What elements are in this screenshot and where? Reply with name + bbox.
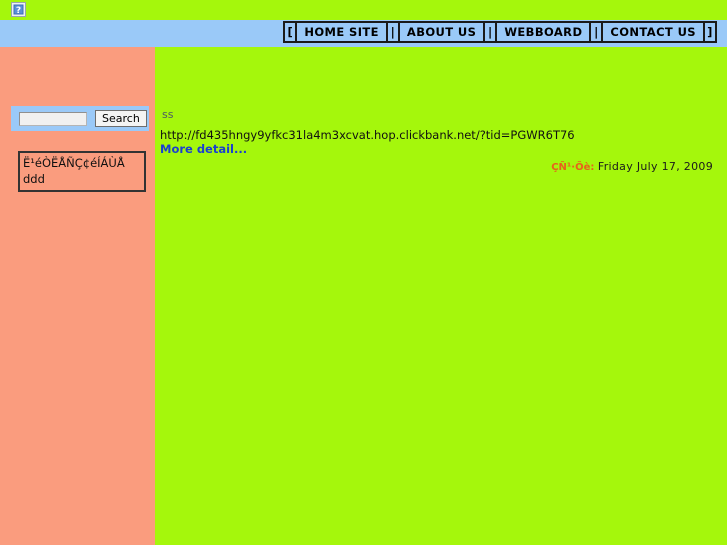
post-title: ss [162, 108, 174, 121]
main-content: ss http://fd435hngy9yfkc31la4m3xcvat.hop… [155, 47, 727, 545]
broken-image-glyph: ? [12, 3, 25, 16]
svg-text:?: ? [16, 6, 21, 16]
sidebar-info-line-2: ddd [23, 172, 45, 186]
page-columns: Search Ë¹éÒËÅÑÇ¢éÍÁÙÅ ddd ss http://fd43… [0, 47, 727, 545]
search-button[interactable]: Search [95, 110, 147, 127]
nav-item-webboard[interactable]: WEBBOARD [495, 21, 592, 43]
nav-item-contact-us[interactable]: CONTACT US [601, 21, 705, 43]
navigation-bar: [ HOME SITE | ABOUT US | WEBBOARD | CONT… [0, 20, 727, 47]
sidebar: Search Ë¹éÒËÅÑÇ¢éÍÁÙÅ ddd [0, 47, 155, 545]
top-strip: ? [0, 0, 727, 20]
nav-menu: [ HOME SITE | ABOUT US | WEBBOARD | CONT… [283, 21, 717, 43]
nav-item-about-us[interactable]: ABOUT US [397, 21, 486, 43]
broken-image-icon[interactable]: ? [11, 2, 26, 17]
search-input[interactable] [19, 111, 87, 126]
sidebar-info-line-1: Ë¹éÒËÅÑÇ¢éÍÁÙÅ [23, 156, 125, 170]
post-date-value: Friday July 17, 2009 [597, 160, 713, 173]
nav-bracket-close: ] [703, 21, 717, 43]
post-date: ÇÑ¹·Õè: Friday July 17, 2009 [551, 160, 713, 173]
post-date-label: ÇÑ¹·Õè: [551, 162, 595, 173]
search-box: Search [11, 106, 149, 131]
more-detail-link[interactable]: More detail... [160, 142, 247, 156]
nav-item-home-site[interactable]: HOME SITE [295, 21, 388, 43]
sidebar-info-box: Ë¹éÒËÅÑÇ¢éÍÁÙÅ ddd [18, 151, 146, 192]
post-url: http://fd435hngy9yfkc31la4m3xcvat.hop.cl… [160, 128, 575, 142]
